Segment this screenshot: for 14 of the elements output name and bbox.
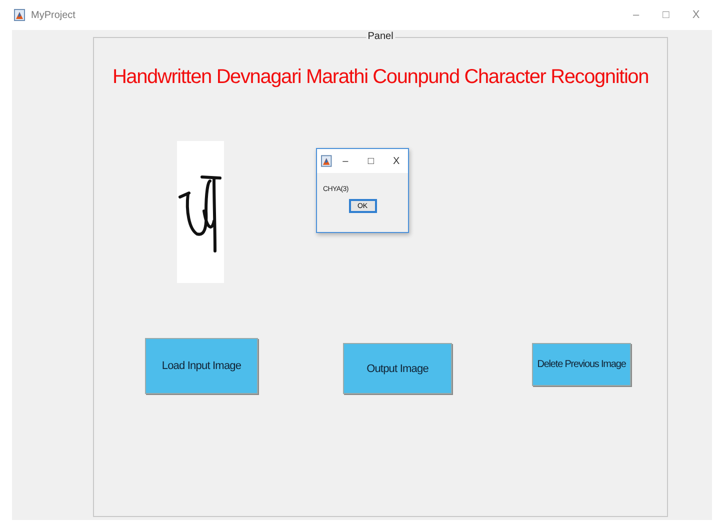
close-button[interactable]: X — [384, 156, 408, 166]
action-button[interactable]: Delete Previous Image — [532, 343, 631, 386]
action-button[interactable]: Load Input Image — [145, 338, 258, 394]
close-button[interactable]: X — [684, 9, 708, 21]
app-icon — [14, 9, 25, 21]
minimize-button[interactable]: – — [334, 156, 358, 166]
panel-label: Panel — [366, 31, 396, 42]
window-title: MyProject — [31, 10, 76, 20]
minimize-button[interactable]: – — [624, 9, 648, 21]
app-heading: Handwritten Devnagari Marathi Counpund Character Recognition — [112, 66, 649, 89]
action-button[interactable]: Output Image — [343, 343, 452, 394]
maximize-button[interactable]: □ — [359, 156, 383, 166]
maximize-button[interactable]: □ — [654, 9, 678, 21]
app-icon — [321, 155, 332, 167]
